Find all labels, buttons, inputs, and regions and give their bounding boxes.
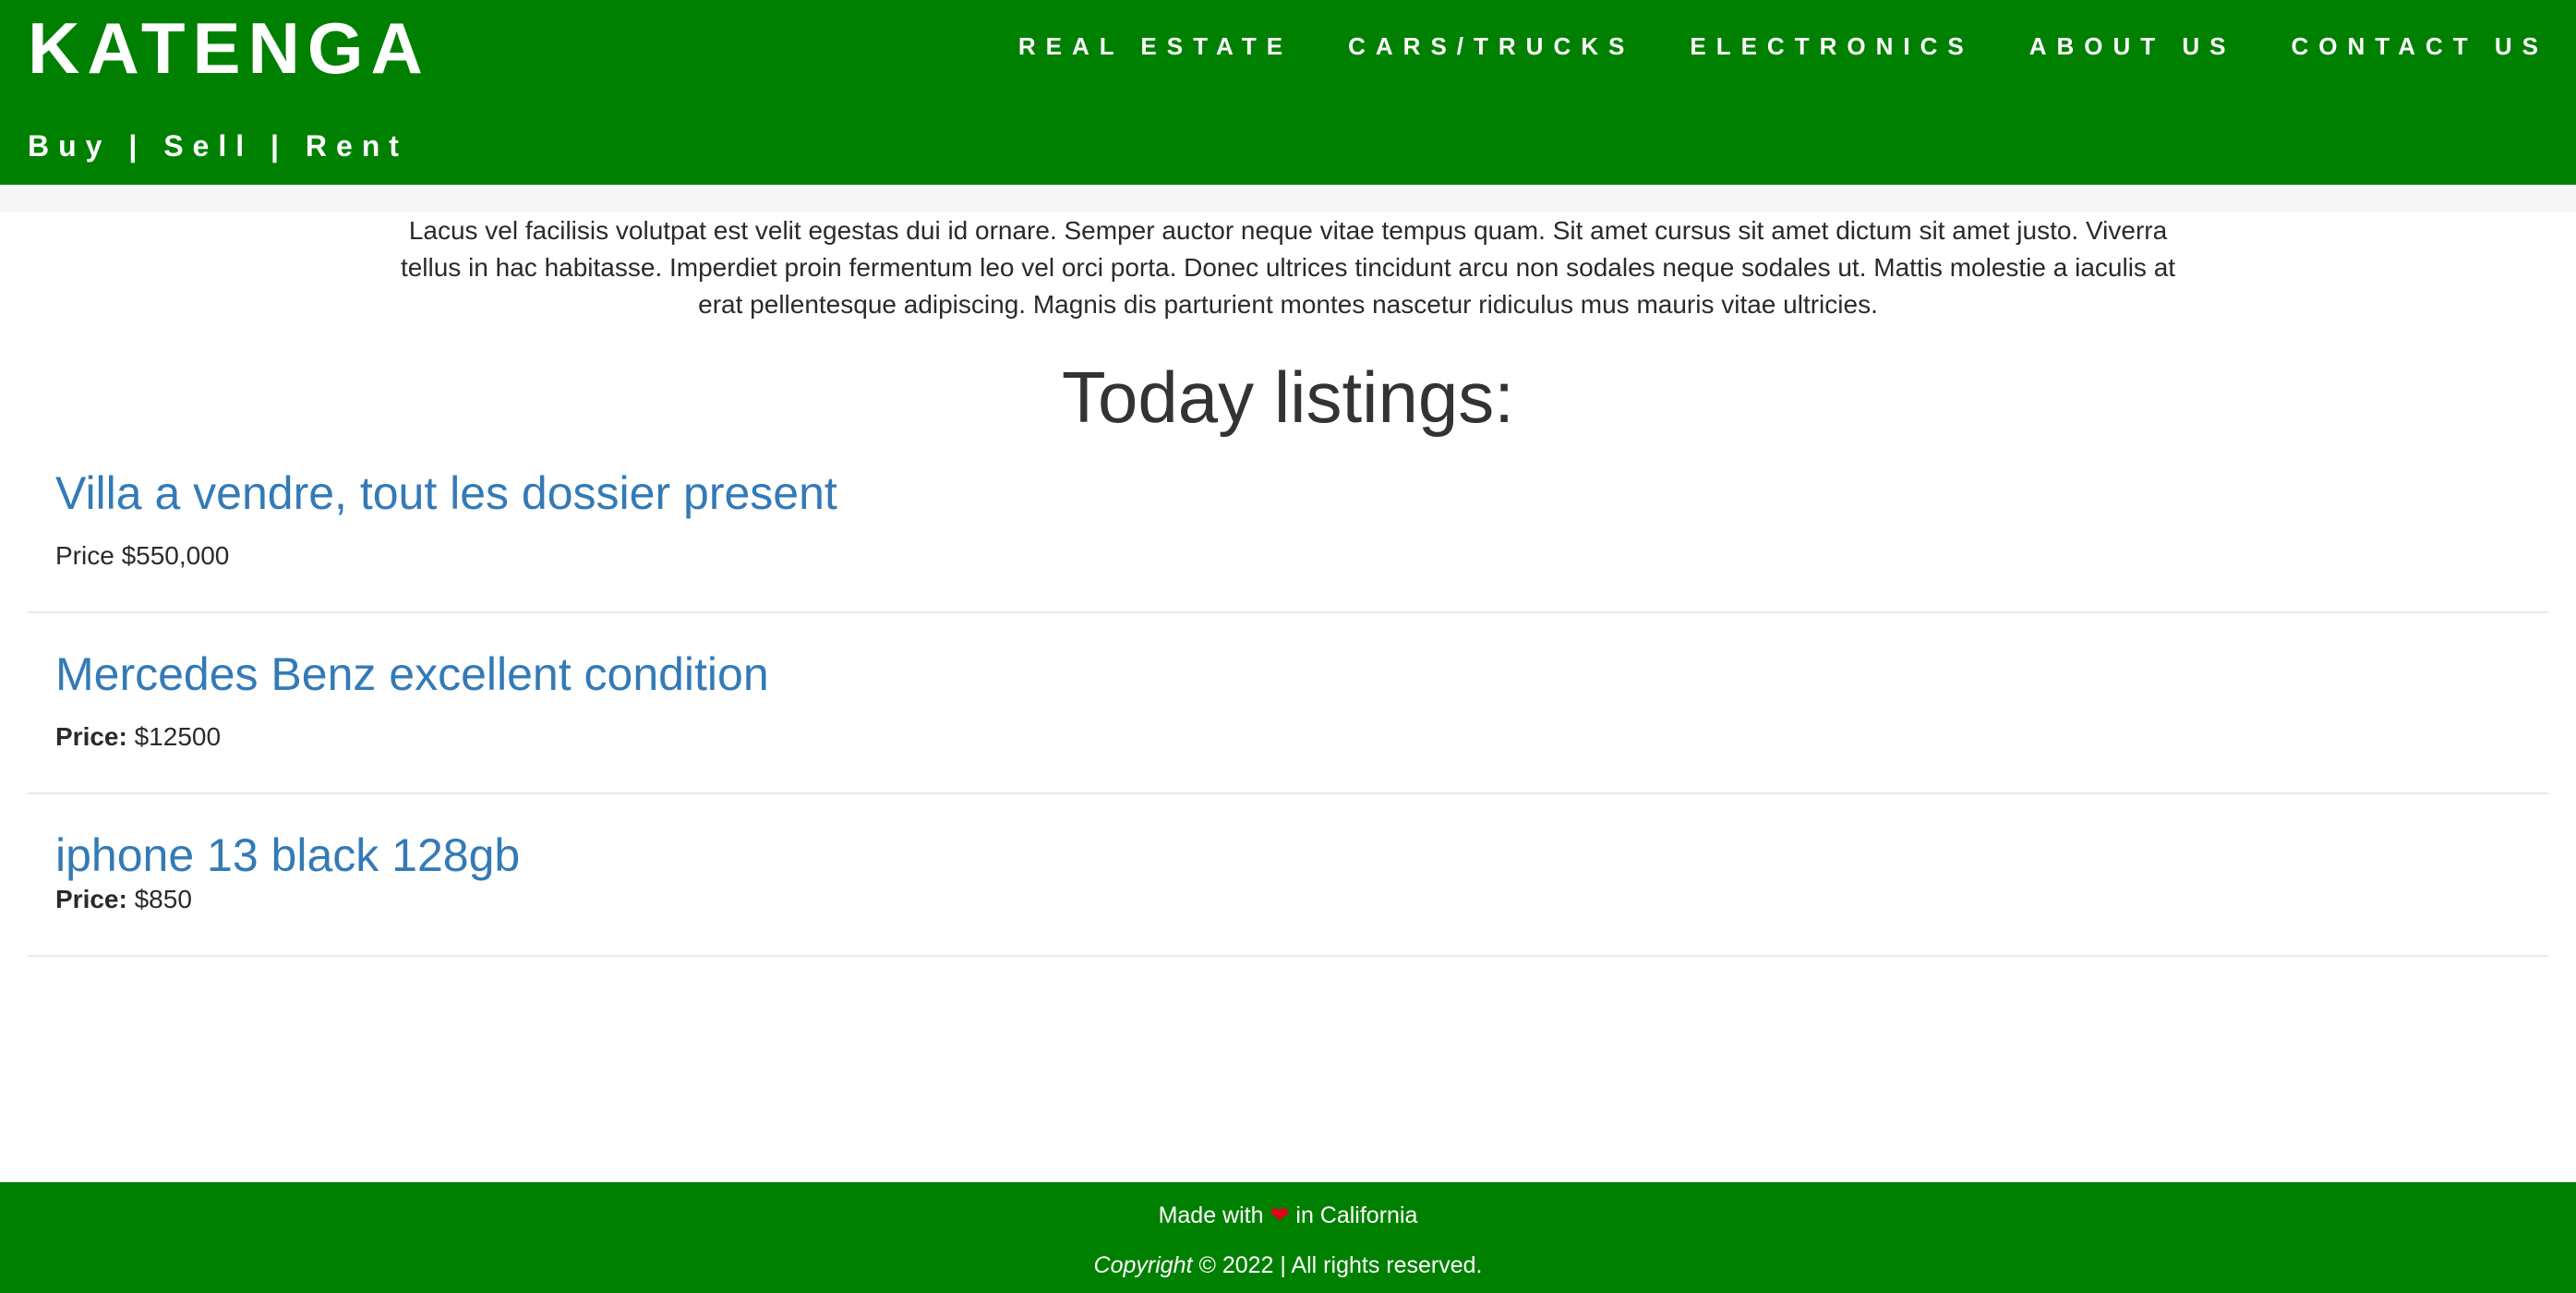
nav-about-us[interactable]: ABOUT US bbox=[2029, 30, 2236, 63]
price-value: $550,000 bbox=[121, 541, 230, 570]
site-brand[interactable]: KATENGA bbox=[28, 8, 430, 89]
listing-item: Mercedes Benz excellent condition Price:… bbox=[28, 613, 2548, 794]
price-value: $12500 bbox=[134, 722, 222, 751]
site-header: KATENGA Buy | Sell | Rent REAL ESTATE CA… bbox=[0, 0, 2576, 185]
nav-electronics[interactable]: ELECTRONICS bbox=[1690, 30, 1973, 63]
copyright-text: © 2022 | All rights reserved. bbox=[1198, 1252, 1483, 1278]
listing-title-link[interactable]: iphone 13 black 128gb bbox=[55, 828, 520, 883]
listing-title-link[interactable]: Villa a vendre, tout les dossier present bbox=[55, 465, 837, 521]
footer-copyright: Copyright © 2022 | All rights reserved. bbox=[0, 1251, 2576, 1280]
nav-cars-trucks[interactable]: CARS/TRUCKS bbox=[1348, 30, 1634, 63]
footer-made-prefix: Made with bbox=[1158, 1202, 1264, 1228]
price-label: Price: bbox=[55, 885, 127, 913]
listing-item: Villa a vendre, tout les dossier present… bbox=[28, 462, 2548, 613]
listing-item: iphone 13 black 128gb Price: $850 bbox=[28, 794, 2548, 957]
footer-made-suffix: in California bbox=[1295, 1202, 1418, 1228]
site-footer: Made with ❤ in California Copyright © 20… bbox=[0, 1182, 2576, 1293]
main-nav: REAL ESTATE CARS/TRUCKS ELECTRONICS ABOU… bbox=[1018, 30, 2548, 63]
listing-price: Price: $12500 bbox=[55, 720, 221, 754]
price-label: Price bbox=[55, 541, 114, 570]
price-label: Price: bbox=[55, 722, 127, 751]
site-tagline: Buy | Sell | Rent bbox=[28, 129, 408, 163]
listing-price: Price: $850 bbox=[55, 883, 192, 916]
nav-real-estate[interactable]: REAL ESTATE bbox=[1018, 30, 1293, 63]
price-value: $850 bbox=[134, 885, 192, 913]
heart-icon: ❤ bbox=[1270, 1202, 1290, 1228]
footer-made-with: Made with ❤ in California bbox=[0, 1201, 2576, 1230]
listing-price: Price $550,000 bbox=[55, 539, 229, 573]
listings-heading: Today listings: bbox=[1062, 356, 1514, 438]
header-divider-strip bbox=[0, 185, 2576, 212]
nav-contact-us[interactable]: CONTACT US bbox=[2291, 30, 2548, 63]
copyright-word: Copyright bbox=[1093, 1252, 1193, 1278]
intro-paragraph: Lacus vel facilisis volutpat est velit e… bbox=[400, 216, 2176, 319]
listing-title-link[interactable]: Mercedes Benz excellent condition bbox=[55, 646, 769, 702]
